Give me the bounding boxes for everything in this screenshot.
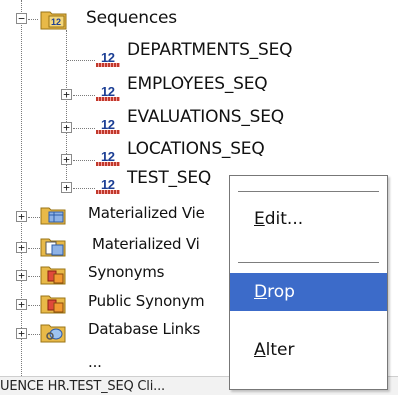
expand-sequence-toggle[interactable]: + <box>61 122 72 133</box>
database-links-icon <box>40 324 66 343</box>
sequence-icon: 12 <box>96 117 122 135</box>
expand-database-links-toggle[interactable]: + <box>16 328 27 339</box>
tree-connector <box>28 334 40 335</box>
expand-materialized-views-toggle[interactable]: + <box>16 211 27 222</box>
tree-item-synonyms[interactable]: Synonyms <box>88 257 164 287</box>
tree-item-label: EVALUATIONS_SEQ <box>127 107 284 127</box>
expand-synonyms-toggle[interactable]: + <box>16 270 27 281</box>
context-menu: Edit... Drop Alter <box>229 175 388 390</box>
public-synonyms-icon <box>40 295 66 314</box>
expand-public-synonyms-toggle[interactable]: + <box>16 299 27 310</box>
tree-item-label: ... <box>88 353 102 371</box>
tree-guide-line <box>21 0 22 376</box>
tree-connector <box>28 217 40 218</box>
tree-connector <box>28 305 40 306</box>
tree-connector <box>67 60 95 61</box>
drop-menu-item-label: Drop <box>254 282 295 302</box>
synonyms-icon <box>40 266 66 285</box>
sequence-icon: 12 <box>96 177 122 195</box>
tree-connector <box>73 95 95 96</box>
tree-item-label: Sequences <box>86 8 177 28</box>
collapse-sequences-toggle[interactable]: − <box>16 13 27 24</box>
tree-item-public-synonyms[interactable]: Public Synonym <box>88 286 205 316</box>
drop-menu-item[interactable]: Drop <box>230 273 387 311</box>
svg-text:12: 12 <box>51 17 61 27</box>
tree-item-label: Database Links <box>88 320 201 338</box>
tree-item-label: Materialized Vie <box>88 204 205 222</box>
tree-item-sequence[interactable]: DEPARTMENTS_SEQ <box>127 35 293 65</box>
expand-sequence-toggle[interactable]: + <box>61 154 72 165</box>
tree-item-sequences[interactable]: Sequences <box>86 3 177 33</box>
tree-connector <box>73 188 95 189</box>
tree-item-sequence[interactable]: EMPLOYEES_SEQ <box>127 69 268 99</box>
expand-materialized-view-logs-toggle[interactable]: + <box>16 242 27 253</box>
tree-connector <box>28 19 38 20</box>
edit-menu-item[interactable]: Edit... <box>230 200 387 238</box>
tree-connector <box>73 160 95 161</box>
tree-item-label: Public Synonym <box>88 292 205 310</box>
materialized-view-icon <box>40 207 66 225</box>
tree-item-label: EMPLOYEES_SEQ <box>127 74 268 94</box>
sequence-icon: 12 <box>96 149 122 167</box>
tree-item-materialized-views[interactable]: Materialized Vie <box>88 198 205 228</box>
tree-item-sequence[interactable]: EVALUATIONS_SEQ <box>127 102 284 132</box>
alter-menu-item[interactable]: Alter <box>230 331 387 369</box>
tree-connector <box>73 128 95 129</box>
expand-sequence-toggle[interactable]: + <box>61 89 72 100</box>
tree-item-sequence-selected[interactable]: TEST_SEQ <box>127 163 211 193</box>
tree-item-label: DEPARTMENTS_SEQ <box>127 40 293 60</box>
tree-item-label: Synonyms <box>88 263 165 281</box>
expand-sequence-toggle[interactable]: + <box>61 182 72 193</box>
tree-item-materialized-view-logs[interactable]: Materialized Vi <box>92 229 200 259</box>
menu-separator <box>238 262 379 263</box>
tree-item-database-links[interactable]: Database Links <box>88 314 200 344</box>
sequence-icon: 12 <box>96 50 122 68</box>
alter-menu-item-label: Alter <box>254 340 295 360</box>
tree-connector <box>28 248 40 249</box>
tree-item-sequence[interactable]: LOCATIONS_SEQ <box>127 134 265 164</box>
materialized-view-log-icon <box>40 238 66 257</box>
tree-connector <box>28 276 40 277</box>
edit-menu-item-label: Edit... <box>254 209 304 229</box>
menu-separator <box>238 191 379 192</box>
tree-item-partial[interactable]: ... <box>88 350 102 374</box>
sequences-folder-icon: 12 <box>40 11 67 30</box>
tree-item-label: Materialized Vi <box>92 235 200 253</box>
status-text: UENCE HR.TEST_SEQ Cli... <box>0 379 165 394</box>
tree-item-label: LOCATIONS_SEQ <box>127 139 265 159</box>
tree-item-label: TEST_SEQ <box>127 168 212 188</box>
sequence-icon: 12 <box>96 84 122 102</box>
